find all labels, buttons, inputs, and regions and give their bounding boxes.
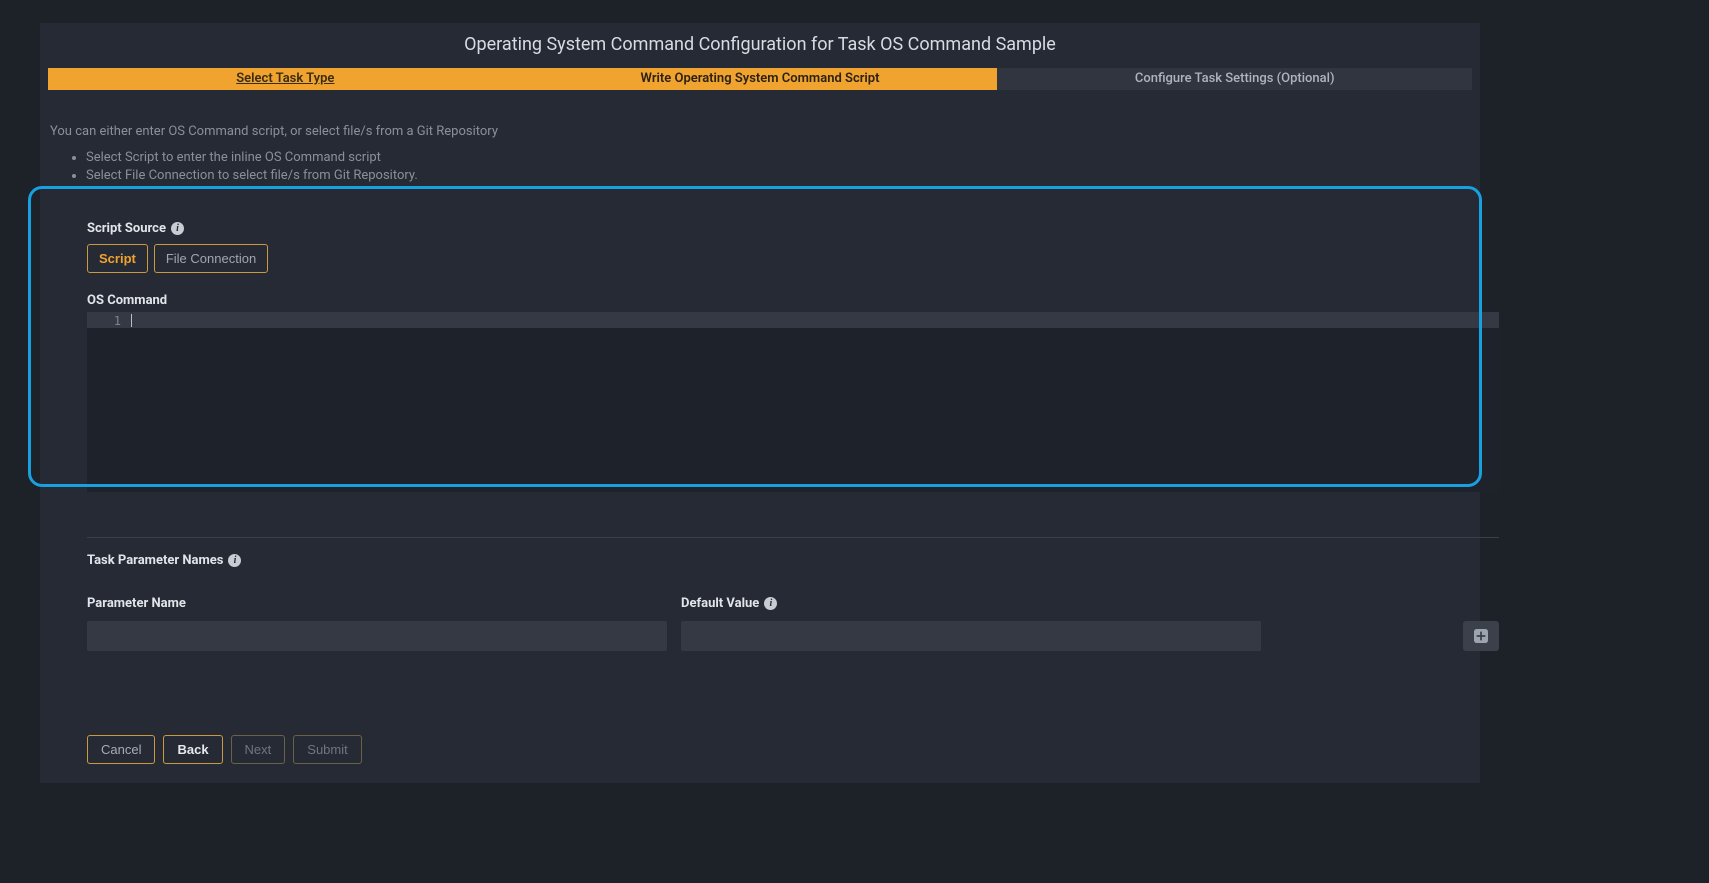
tab-select-task-type[interactable]: Select Task Type <box>48 68 523 90</box>
task-params-label-text: Task Parameter Names <box>87 553 223 568</box>
default-value-input[interactable] <box>681 621 1261 651</box>
bullet-script: Select Script to enter the inline OS Com… <box>86 149 1470 167</box>
config-panel: Operating System Command Configuration f… <box>40 23 1480 783</box>
bullet-file-connection: Select File Connection to select file/s … <box>86 167 1470 185</box>
intro-bullets: Select Script to enter the inline OS Com… <box>86 149 1470 185</box>
tab-configure-settings[interactable]: Configure Task Settings (Optional) <box>997 68 1472 90</box>
wizard-tabs: Select Task Type Write Operating System … <box>48 68 1472 90</box>
os-command-label: OS Command <box>87 293 1499 308</box>
params-header-row: Parameter Name Default Value i <box>87 596 1499 611</box>
divider <box>87 537 1499 538</box>
code-gutter: 1 <box>87 312 127 328</box>
col-parameter-name: Parameter Name <box>87 596 667 611</box>
info-icon[interactable]: i <box>171 222 184 235</box>
task-params-section: Task Parameter Names i Parameter Name De… <box>87 553 1499 651</box>
cancel-button[interactable]: Cancel <box>87 735 155 764</box>
script-source-toggle: Script File Connection <box>87 244 1499 273</box>
info-icon[interactable]: i <box>764 597 777 610</box>
intro-text: You can either enter OS Command script, … <box>50 124 1470 139</box>
add-parameter-button[interactable] <box>1463 621 1499 651</box>
script-source-section: Script Source i Script File Connection O… <box>87 221 1499 492</box>
task-params-label: Task Parameter Names i <box>87 553 1499 568</box>
script-source-label-text: Script Source <box>87 221 166 236</box>
params-input-row <box>87 621 1499 651</box>
code-active-line <box>127 312 1499 328</box>
body-area: You can either enter OS Command script, … <box>40 90 1480 185</box>
code-cursor <box>131 314 132 327</box>
toggle-file-connection[interactable]: File Connection <box>154 244 268 273</box>
page-title: Operating System Command Configuration f… <box>40 23 1480 68</box>
next-button[interactable]: Next <box>231 735 286 764</box>
parameter-name-input[interactable] <box>87 621 667 651</box>
toggle-script[interactable]: Script <box>87 244 148 273</box>
script-source-label: Script Source i <box>87 221 1499 236</box>
submit-button[interactable]: Submit <box>293 735 361 764</box>
info-icon[interactable]: i <box>228 554 241 567</box>
col-default-value-text: Default Value <box>681 596 759 611</box>
col-default-value: Default Value i <box>681 596 1499 611</box>
footer-buttons: Cancel Back Next Submit <box>87 735 362 764</box>
tab-write-script[interactable]: Write Operating System Command Script <box>523 68 998 90</box>
os-command-editor[interactable]: 1 <box>87 312 1499 492</box>
plus-icon <box>1474 629 1488 643</box>
back-button[interactable]: Back <box>163 735 222 764</box>
